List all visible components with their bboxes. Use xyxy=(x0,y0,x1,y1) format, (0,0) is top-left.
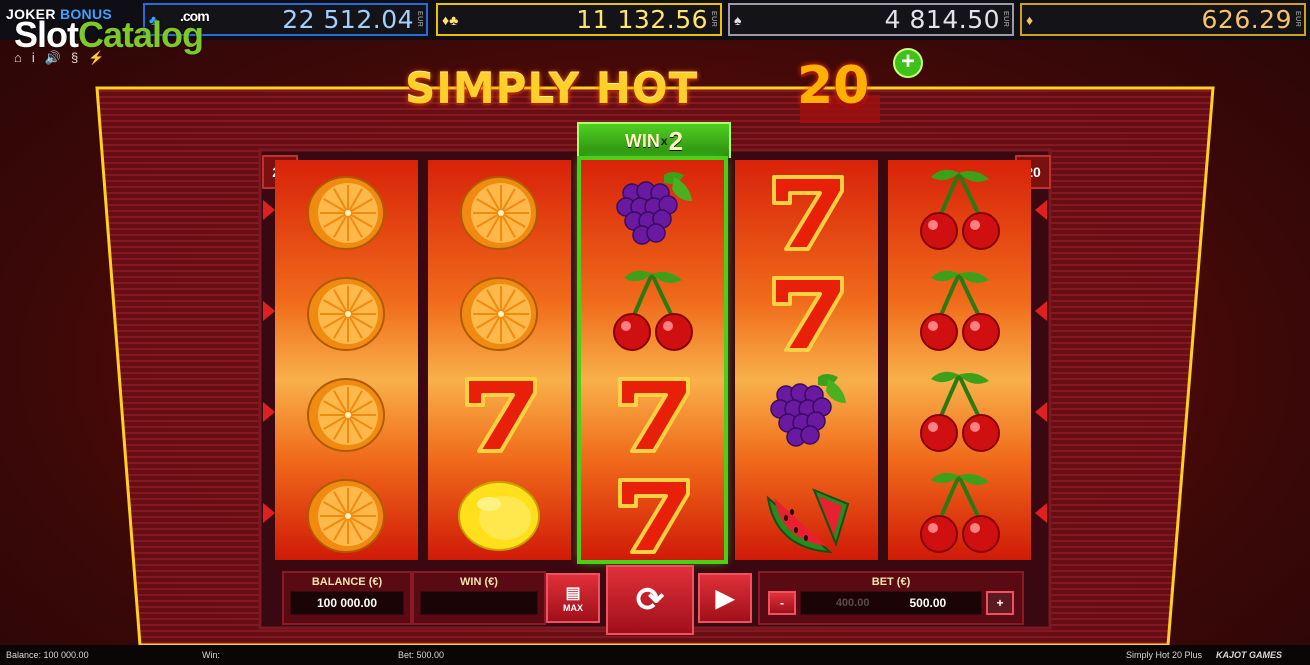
status-balance: Balance: 100 000.00 xyxy=(6,650,89,660)
bet-previous-value: 400.00 xyxy=(835,597,870,609)
orange-symbol xyxy=(449,266,549,356)
payline-arrow-left-4 xyxy=(263,503,275,523)
coins-icon: ▤ xyxy=(565,585,581,602)
status-bet: Bet: 500.00 xyxy=(398,650,445,660)
control-panel: BALANCE (€) 100 000.00 WIN (€) ▤ MAX ⟳ ▶… xyxy=(262,565,1024,635)
win-mult: 2 xyxy=(668,125,684,156)
win-value xyxy=(420,591,538,615)
max-bet-button[interactable]: ▤ MAX xyxy=(546,573,600,623)
watermelon-symbol xyxy=(756,468,856,558)
lemon-symbol xyxy=(449,468,549,558)
payline-arrow-left-1 xyxy=(263,200,275,220)
seven-symbol xyxy=(756,266,856,356)
status-win: Win: xyxy=(202,650,220,660)
win-label: WIN (€) xyxy=(460,576,498,588)
seven-symbol xyxy=(602,367,702,457)
bet-box: BET (€) 400.00 500.00 - + xyxy=(758,571,1024,625)
payline-arrow-right-2 xyxy=(1035,301,1047,321)
reel-2 xyxy=(428,160,571,560)
cherries-symbol xyxy=(909,165,1009,255)
cherries-symbol xyxy=(909,468,1009,558)
max-label: MAX xyxy=(563,603,583,613)
win-multiplier-badge: WIN x 2 xyxy=(577,122,731,158)
status-game-name: Simply Hot 20 Plus xyxy=(1126,650,1203,660)
reel-3 xyxy=(577,156,728,564)
balance-value: 100 000.00 xyxy=(290,591,404,615)
balance-box: BALANCE (€) 100 000.00 xyxy=(282,571,412,625)
logo-plus-icon: + xyxy=(893,48,923,78)
status-bar: Balance: 100 000.00 Win: Bet: 500.00 Sim… xyxy=(0,645,1310,665)
win-text: WIN xyxy=(624,130,660,151)
bet-increase-button[interactable]: + xyxy=(986,591,1014,615)
reel-4 xyxy=(735,160,878,560)
payline-arrow-left-2 xyxy=(263,301,275,321)
logo-number: 20 xyxy=(797,56,870,116)
orange-symbol xyxy=(296,468,396,558)
cherries-symbol xyxy=(909,266,1009,356)
seven-symbol xyxy=(756,165,856,255)
seven-symbol xyxy=(449,367,549,457)
payline-arrow-right-4 xyxy=(1035,503,1047,523)
bet-label: BET (€) xyxy=(871,576,911,588)
bet-value: 500.00 xyxy=(909,596,947,610)
autoplay-button[interactable]: ▶ xyxy=(698,573,752,623)
reel-1 xyxy=(275,160,418,560)
autoplay-icon: ▶ xyxy=(715,584,735,612)
game-logo: SIMPLY HOT 20 + xyxy=(405,48,923,116)
cherries-symbol xyxy=(909,367,1009,457)
logo-title: SIMPLY HOT xyxy=(405,64,699,113)
orange-symbol xyxy=(449,165,549,255)
orange-symbol xyxy=(296,266,396,356)
grapes-symbol xyxy=(602,165,702,255)
reels xyxy=(275,156,1031,564)
payline-arrow-right-1 xyxy=(1035,200,1047,220)
balance-label: BALANCE (€) xyxy=(311,576,383,588)
bet-field: 400.00 500.00 xyxy=(800,591,982,615)
cherries-symbol xyxy=(602,266,702,356)
win-box: WIN (€) xyxy=(412,571,546,625)
spin-icon: ⟳ xyxy=(635,581,665,619)
orange-symbol xyxy=(296,367,396,457)
grapes-symbol xyxy=(756,367,856,457)
provider-logo: KAJOT GAMES xyxy=(1216,650,1283,660)
spin-button[interactable]: ⟳ xyxy=(606,565,694,635)
payline-arrow-right-3 xyxy=(1035,402,1047,422)
reel-5 xyxy=(888,160,1031,560)
bet-decrease-button[interactable]: - xyxy=(768,591,796,615)
payline-arrow-left-3 xyxy=(263,402,275,422)
seven-symbol xyxy=(602,468,702,558)
win-x: x xyxy=(660,134,668,148)
orange-symbol xyxy=(296,165,396,255)
